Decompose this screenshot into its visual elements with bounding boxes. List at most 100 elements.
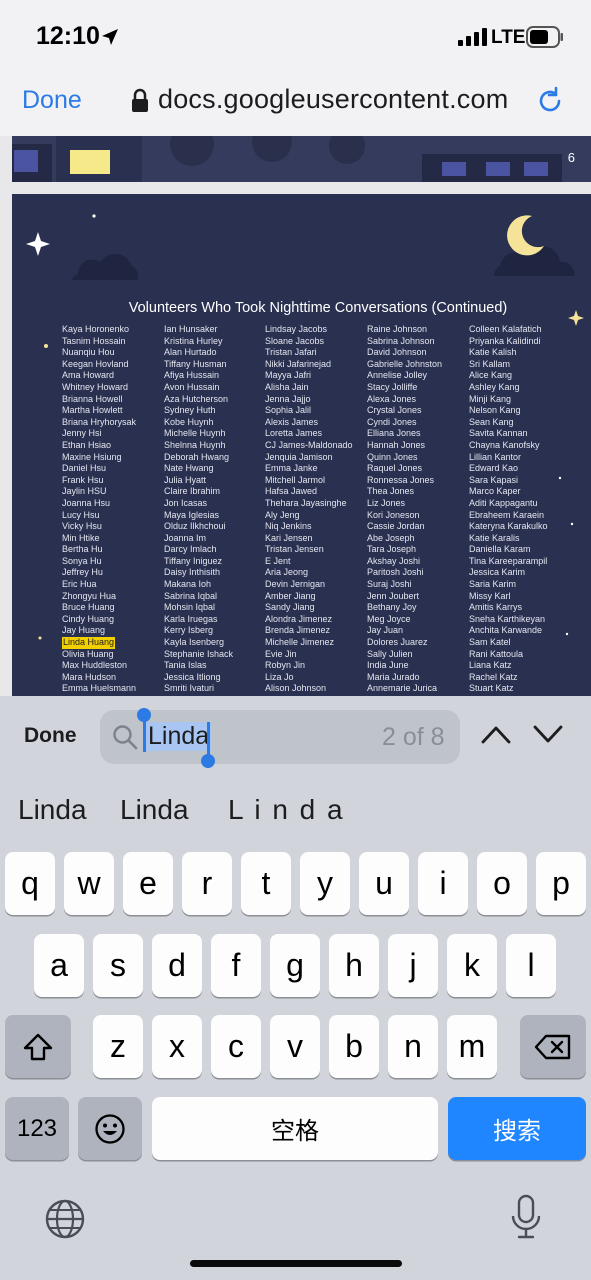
volunteer-name: Aditi Kappagantu bbox=[469, 497, 538, 508]
volunteer-name: Tiffany Husman bbox=[164, 358, 227, 369]
night-city-illustration bbox=[12, 136, 591, 182]
emoji-smiley-icon bbox=[95, 1113, 125, 1144]
volunteer-name: India June bbox=[367, 660, 409, 671]
home-indicator[interactable] bbox=[190, 1260, 402, 1267]
volunteer-name: Min Htike bbox=[62, 532, 100, 543]
name-column-5: Colleen Kalafatich Priyanka Kalidindi Kati… bbox=[469, 324, 571, 695]
volunteer-name: Kori Joneson bbox=[367, 509, 420, 520]
key-m[interactable]: m bbox=[447, 1015, 497, 1078]
key-q[interactable]: q bbox=[5, 852, 55, 915]
volunteer-name: Quinn Jones bbox=[367, 451, 418, 462]
volunteer-name: Cassie Jordan bbox=[367, 521, 425, 532]
key-c[interactable]: c bbox=[211, 1015, 261, 1078]
space-key[interactable]: 空格 bbox=[152, 1097, 438, 1160]
key-l[interactable]: l bbox=[506, 934, 556, 997]
key-d[interactable]: d bbox=[152, 934, 202, 997]
reload-icon[interactable] bbox=[536, 86, 564, 116]
volunteer-name: Evie Jin bbox=[265, 648, 297, 659]
key-j[interactable]: j bbox=[388, 934, 438, 997]
volunteer-name: Thehara Jayasinghe bbox=[265, 497, 347, 508]
key-a[interactable]: a bbox=[34, 934, 84, 997]
key-x[interactable]: x bbox=[152, 1015, 202, 1078]
find-match-highlight: Linda Huang bbox=[62, 637, 116, 649]
previous-match-chevron-up-icon[interactable] bbox=[480, 722, 512, 746]
find-query-text[interactable]: Linda bbox=[146, 722, 212, 751]
volunteer-name: Kayla Isenberg bbox=[164, 637, 225, 648]
volunteer-name: Edward Kao bbox=[469, 463, 519, 474]
volunteer-name: Hafsa Jawed bbox=[265, 486, 318, 497]
volunteer-name: Liana Katz bbox=[469, 660, 512, 671]
numbers-key[interactable]: 123 bbox=[5, 1097, 69, 1160]
volunteer-name: Lucy Hsu bbox=[62, 509, 100, 520]
status-time: 12:10 bbox=[36, 22, 100, 50]
volunteer-name: Gabrielle Johnston bbox=[367, 358, 443, 369]
name-column-1: Kaya Horonenko Tasnim Hossain Nuanqiu Hou K… bbox=[62, 324, 164, 695]
volunteer-name: Amber Jiang bbox=[265, 590, 316, 601]
suggestion-1[interactable]: Linda bbox=[18, 794, 87, 826]
find-done-button[interactable]: Done bbox=[24, 724, 77, 748]
volunteer-name: Missy Karl bbox=[469, 590, 511, 601]
delete-key[interactable] bbox=[520, 1015, 586, 1078]
document-viewport[interactable]: 6 Volunteers Who Took Nighttime Conversa… bbox=[0, 136, 591, 696]
volunteer-name: Liz Jones bbox=[367, 497, 406, 508]
volunteer-name: Dolores Juarez bbox=[367, 637, 428, 648]
suggestion-2[interactable]: Linda bbox=[120, 794, 189, 826]
browser-done-button[interactable]: Done bbox=[22, 86, 82, 115]
selection-end-handle[interactable] bbox=[201, 722, 215, 768]
volunteer-name: Julia Hyatt bbox=[164, 474, 207, 485]
volunteer-name: Stacy Jolliffe bbox=[367, 381, 418, 392]
volunteer-name: Thea Jones bbox=[367, 486, 415, 497]
key-n[interactable]: n bbox=[388, 1015, 438, 1078]
shift-key[interactable] bbox=[5, 1015, 71, 1078]
key-v[interactable]: v bbox=[270, 1015, 320, 1078]
emoji-key[interactable] bbox=[78, 1097, 142, 1160]
volunteer-name: Akshay Joshi bbox=[367, 555, 421, 566]
key-o[interactable]: o bbox=[477, 852, 527, 915]
find-on-page-bar: Done Linda 2 of 8 bbox=[0, 696, 591, 780]
search-icon bbox=[113, 725, 138, 750]
volunteer-name: Paritosh Joshi bbox=[367, 567, 424, 578]
key-b[interactable]: b bbox=[329, 1015, 379, 1078]
volunteer-name: Stephanie Ishack bbox=[164, 648, 234, 659]
backspace-icon bbox=[534, 1034, 571, 1059]
volunteer-name: Briana Hryhorysak bbox=[62, 416, 137, 427]
key-r[interactable]: r bbox=[182, 852, 232, 915]
key-k[interactable]: k bbox=[447, 934, 497, 997]
url-field[interactable]: docs.googleusercontent.com bbox=[158, 84, 508, 115]
volunteer-name: Mayya Jafri bbox=[265, 370, 312, 381]
microphone-icon[interactable] bbox=[510, 1194, 542, 1240]
volunteer-name: Sandy Jiang bbox=[265, 602, 315, 613]
volunteer-name: David Johnson bbox=[367, 347, 427, 358]
volunteer-name: Bertha Hu bbox=[62, 544, 103, 555]
globe-icon[interactable] bbox=[44, 1198, 86, 1240]
volunteer-name: Sydney Huth bbox=[164, 405, 216, 416]
volunteer-name: Tristan Jafari bbox=[265, 347, 317, 358]
key-y[interactable]: y bbox=[300, 852, 350, 915]
search-key[interactable]: 搜索 bbox=[448, 1097, 586, 1160]
volunteer-name: Anchita Karwande bbox=[469, 625, 543, 636]
key-p[interactable]: p bbox=[536, 852, 586, 915]
volunteer-name: Smriti Ivaturi bbox=[164, 683, 215, 694]
key-i[interactable]: i bbox=[418, 852, 468, 915]
volunteer-name: Robyn Jin bbox=[265, 660, 306, 671]
volunteer-name: Kobe Huynh bbox=[164, 416, 214, 427]
volunteer-name: Mitchell Jarmol bbox=[265, 474, 326, 485]
volunteer-name: Nate Hwang bbox=[164, 463, 214, 474]
selection-start-handle[interactable] bbox=[137, 708, 151, 752]
volunteer-name: Alondra Jimenez bbox=[265, 613, 333, 624]
key-g[interactable]: g bbox=[270, 934, 320, 997]
key-u[interactable]: u bbox=[359, 852, 409, 915]
key-w[interactable]: w bbox=[64, 852, 114, 915]
find-search-field[interactable]: Linda 2 of 8 bbox=[100, 708, 460, 768]
key-s[interactable]: s bbox=[93, 934, 143, 997]
volunteer-name: Daniella Karam bbox=[469, 544, 531, 555]
key-f[interactable]: f bbox=[211, 934, 261, 997]
suggestion-3[interactable]: L i n d a bbox=[228, 794, 345, 826]
next-match-chevron-down-icon[interactable] bbox=[532, 722, 564, 746]
volunteer-name: Nikki Jafarinejad bbox=[265, 358, 332, 369]
key-t[interactable]: t bbox=[241, 852, 291, 915]
key-e[interactable]: e bbox=[123, 852, 173, 915]
key-h[interactable]: h bbox=[329, 934, 379, 997]
key-z[interactable]: z bbox=[93, 1015, 143, 1078]
volunteer-name: Shelnna Huynh bbox=[164, 439, 226, 450]
